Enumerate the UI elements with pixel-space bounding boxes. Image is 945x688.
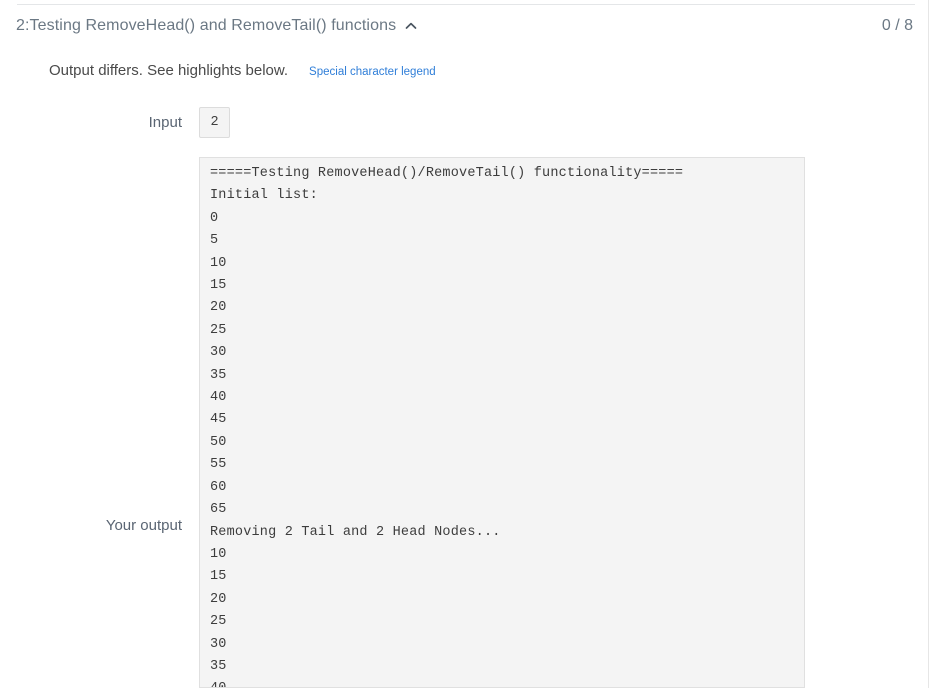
output-line: 45 xyxy=(210,412,227,428)
input-value-box: 2 xyxy=(199,107,230,138)
output-line: 25 xyxy=(210,322,227,338)
output-line: 40 xyxy=(210,678,804,687)
status-message: Output differs. See highlights below. xyxy=(49,62,289,79)
output-line: 15 xyxy=(210,278,227,294)
special-character-legend-link[interactable]: Special character legend xyxy=(309,66,436,78)
output-line: 60 xyxy=(210,479,227,495)
your-output-panel[interactable]: =====Testing RemoveHead()/RemoveTail() f… xyxy=(199,157,805,688)
output-line: 10 xyxy=(210,255,227,271)
output-line: 40 xyxy=(210,390,227,406)
output-line: 30 xyxy=(210,636,227,652)
panel-right-edge xyxy=(928,0,929,688)
status-row: Output differs. See highlights below. Sp… xyxy=(49,62,436,79)
output-line: 5 xyxy=(210,233,219,249)
chevron-up-icon[interactable] xyxy=(404,19,418,33)
output-line: 20 xyxy=(210,591,227,607)
output-line: 25 xyxy=(210,614,227,630)
test-case-toggle[interactable]: 2:Testing RemoveHead() and RemoveTail() … xyxy=(16,17,418,35)
output-line: 35 xyxy=(210,658,227,674)
test-case-result-page: 2:Testing RemoveHead() and RemoveTail() … xyxy=(0,0,945,688)
output-line: Removing 2 Tail and 2 Head Nodes... xyxy=(210,524,501,540)
your-output-label: Your output xyxy=(105,517,182,534)
output-line: 20 xyxy=(210,300,227,316)
output-line: 10 xyxy=(210,546,227,562)
output-line: 65 xyxy=(210,502,227,518)
output-line: Initial list: xyxy=(210,188,318,204)
input-row: Input 2 xyxy=(0,107,820,138)
output-line: =====Testing RemoveHead()/RemoveTail() f… xyxy=(210,166,684,181)
input-label: Input xyxy=(148,114,182,131)
output-line: 0 xyxy=(210,210,219,226)
output-line: 50 xyxy=(210,434,227,450)
output-row: Your output =====Testing RemoveHead()/Re… xyxy=(0,157,945,688)
test-case-score: 0 / 8 xyxy=(881,17,913,34)
section-divider xyxy=(17,4,915,5)
output-line: 15 xyxy=(210,569,227,585)
output-line: 35 xyxy=(210,367,227,383)
test-case-header: 2:Testing RemoveHead() and RemoveTail() … xyxy=(16,14,915,38)
output-line: 55 xyxy=(210,457,227,473)
test-case-title: 2:Testing RemoveHead() and RemoveTail() … xyxy=(16,17,397,34)
output-line: 30 xyxy=(210,345,227,361)
